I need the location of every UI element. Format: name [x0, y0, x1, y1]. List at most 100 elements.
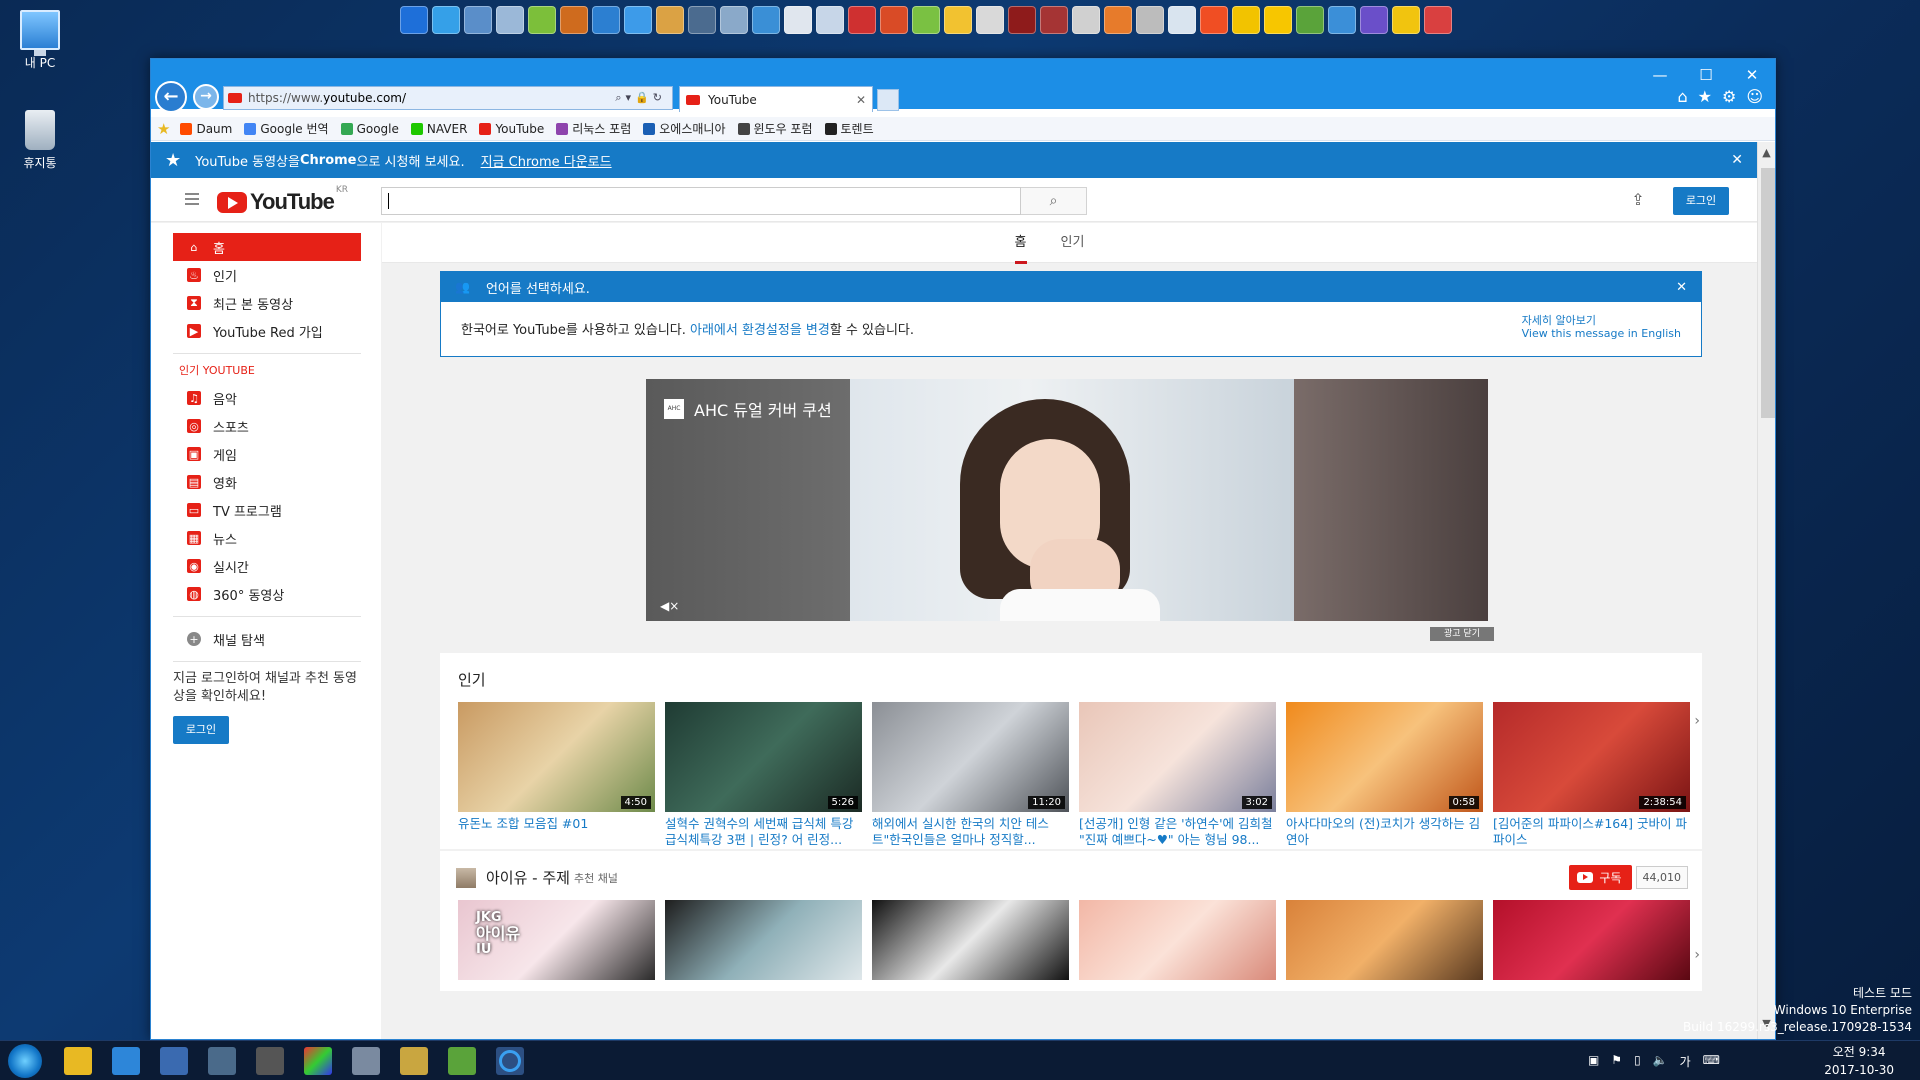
launcher-app-icon[interactable]	[432, 6, 460, 34]
battery-icon[interactable]: ▯	[1634, 1053, 1641, 1070]
favorites-star-icon[interactable]: ★	[1698, 87, 1712, 106]
scroll-up-icon[interactable]: ▲	[1758, 146, 1775, 164]
favorite-link[interactable]: 토렌트	[824, 120, 874, 137]
favorite-link[interactable]: 오에스매니아	[643, 120, 726, 137]
keyboard-icon[interactable]: ⌨	[1703, 1053, 1720, 1070]
video-thumbnail[interactable]: 3:02	[1079, 702, 1276, 812]
video-title[interactable]: [선공개] 인형 같은 '하연수'에 김희철 "진짜 예쁘다~♥" 아는 형님 …	[1079, 816, 1276, 848]
launcher-app-icon[interactable]	[400, 6, 428, 34]
launcher-app-icon[interactable]	[1328, 6, 1356, 34]
chrome-download-link[interactable]: 지금 Chrome 다운로드	[481, 151, 612, 170]
browser-tab-youtube[interactable]: YouTube ✕	[679, 86, 873, 112]
video-thumbnail[interactable]: 0:58	[1286, 702, 1483, 812]
video-card[interactable]	[1493, 900, 1690, 980]
guide-item[interactable]: ◉ 실시간	[173, 552, 361, 580]
video-thumbnail[interactable]	[1493, 900, 1690, 980]
launcher-app-icon[interactable]	[624, 6, 652, 34]
desktop-icon-my-pc[interactable]: 내 PC	[0, 10, 80, 71]
launcher-app-icon[interactable]	[1040, 6, 1068, 34]
home-icon[interactable]: ⌂	[1677, 87, 1687, 106]
video-title[interactable]: 유돈노 조합 모음집 #01	[458, 816, 655, 848]
launcher-app-icon[interactable]	[464, 6, 492, 34]
chevron-right-icon[interactable]: ›	[1694, 713, 1700, 729]
tab-close-icon[interactable]: ✕	[856, 93, 866, 107]
chevron-right-icon[interactable]: ›	[1694, 947, 1700, 963]
search-button[interactable]: ⌕	[1021, 187, 1087, 215]
smiley-icon[interactable]: ☺	[1746, 87, 1763, 106]
search-tool-icon[interactable]	[208, 1047, 236, 1075]
desktop-icon-recycle-bin[interactable]: 휴지통	[0, 110, 80, 171]
guide-item[interactable]: ◍ 360° 동영상	[173, 580, 361, 608]
flag-icon[interactable]: ⚑	[1611, 1053, 1622, 1070]
save-disk-icon[interactable]	[160, 1047, 188, 1075]
archive-app-icon[interactable]	[400, 1047, 428, 1075]
guide-item[interactable]: ▦ 뉴스	[173, 524, 361, 552]
channel-title[interactable]: 아이유 - 주제	[486, 867, 570, 888]
network-icon[interactable]: ▣	[1588, 1053, 1599, 1070]
mute-icon[interactable]: ◀×	[660, 599, 679, 613]
launcher-app-icon[interactable]	[1072, 6, 1100, 34]
video-title[interactable]: [김어준의 파파이스#164] 굿바이 파파이스	[1493, 816, 1690, 848]
address-tools-icons[interactable]: ⌕▾🔒↻	[615, 91, 666, 105]
launcher-app-icon[interactable]	[528, 6, 556, 34]
launcher-app-icon[interactable]	[880, 6, 908, 34]
launcher-app-icon[interactable]	[560, 6, 588, 34]
launcher-app-icon[interactable]	[1392, 6, 1420, 34]
video-title[interactable]: 해외에서 실시한 한국의 치안 테스트"한국인들은 얼마나 정직할...	[872, 816, 1069, 848]
launcher-app-icon[interactable]	[1200, 6, 1228, 34]
favorite-link[interactable]: NAVER	[410, 120, 467, 137]
guide-item[interactable]: ⌂ 홈	[173, 233, 361, 261]
guide-item[interactable]: ▶ YouTube Red 가입	[173, 317, 361, 345]
ime-indicator[interactable]: 가	[1680, 1053, 1691, 1070]
favorite-link[interactable]: Google 번역	[244, 120, 329, 137]
minimize-button[interactable]: —	[1637, 63, 1683, 87]
menu-icon[interactable]	[185, 193, 199, 208]
video-thumbnail[interactable]: 2:38:54	[1493, 702, 1690, 812]
video-title[interactable]: 아사다마오의 (전)코치가 생각하는 김연아	[1286, 816, 1483, 848]
favorite-link[interactable]: Google	[340, 120, 399, 137]
launcher-app-icon[interactable]	[976, 6, 1004, 34]
language-notice-close-icon[interactable]: ✕	[1676, 280, 1687, 295]
launcher-app-icon[interactable]	[656, 6, 684, 34]
guide-item[interactable]: ♨ 인기	[173, 261, 361, 289]
video-thumbnail[interactable]	[1079, 900, 1276, 980]
launcher-app-icon[interactable]	[1168, 6, 1196, 34]
ad-video-player[interactable]: AHC AHC 듀얼 커버 쿠션 ◀×	[646, 379, 1488, 621]
video-thumbnail[interactable]	[665, 900, 862, 980]
close-window-button[interactable]: ✕	[1729, 63, 1775, 87]
guide-item[interactable]: ▤ 영화	[173, 468, 361, 496]
launcher-app-icon[interactable]	[1424, 6, 1452, 34]
video-card[interactable]	[1079, 900, 1276, 980]
guide-login-button[interactable]: 로그인	[173, 716, 229, 744]
change-settings-link[interactable]: 아래에서 환경설정을 변경	[690, 323, 830, 338]
file-explorer-icon[interactable]	[64, 1047, 92, 1075]
video-thumbnail[interactable]: 5:26	[665, 702, 862, 812]
maximize-button[interactable]: ☐	[1683, 63, 1729, 87]
launcher-app-icon[interactable]	[496, 6, 524, 34]
volume-icon[interactable]: 🔈	[1653, 1053, 1668, 1070]
launcher-app-icon[interactable]	[1136, 6, 1164, 34]
feed-tab[interactable]: 인기	[1061, 223, 1085, 263]
address-bar[interactable]: https://www. youtube.com/ ⌕▾🔒↻	[223, 86, 673, 110]
favorites-star-icon[interactable]: ★	[157, 120, 170, 138]
video-card[interactable]	[1286, 900, 1483, 980]
color-app-icon[interactable]	[304, 1047, 332, 1075]
video-thumbnail[interactable]: 4:50	[458, 702, 655, 812]
ad-close-button[interactable]: 광고 닫기	[1430, 627, 1494, 641]
ie-active-task[interactable]	[496, 1047, 524, 1075]
favorite-link[interactable]: Daum	[180, 120, 232, 137]
guide-item[interactable]: ♫ 음악	[173, 384, 361, 412]
view-in-english-link[interactable]: View this message in English	[1522, 327, 1681, 340]
launcher-app-icon[interactable]	[688, 6, 716, 34]
launcher-app-icon[interactable]	[1232, 6, 1260, 34]
forward-button[interactable]: →	[193, 84, 219, 110]
video-thumbnail[interactable]: 11:20	[872, 702, 1069, 812]
launcher-app-icon[interactable]	[1264, 6, 1292, 34]
launcher-app-icon[interactable]	[720, 6, 748, 34]
video-card[interactable]	[665, 900, 862, 980]
guide-item[interactable]: ▣ 게임	[173, 440, 361, 468]
launcher-app-icon[interactable]	[1008, 6, 1036, 34]
guide-item[interactable]: ▭ TV 프로그램	[173, 496, 361, 524]
page-scrollbar[interactable]: ▲ ▼	[1757, 142, 1775, 1039]
launcher-app-icon[interactable]	[1296, 6, 1324, 34]
